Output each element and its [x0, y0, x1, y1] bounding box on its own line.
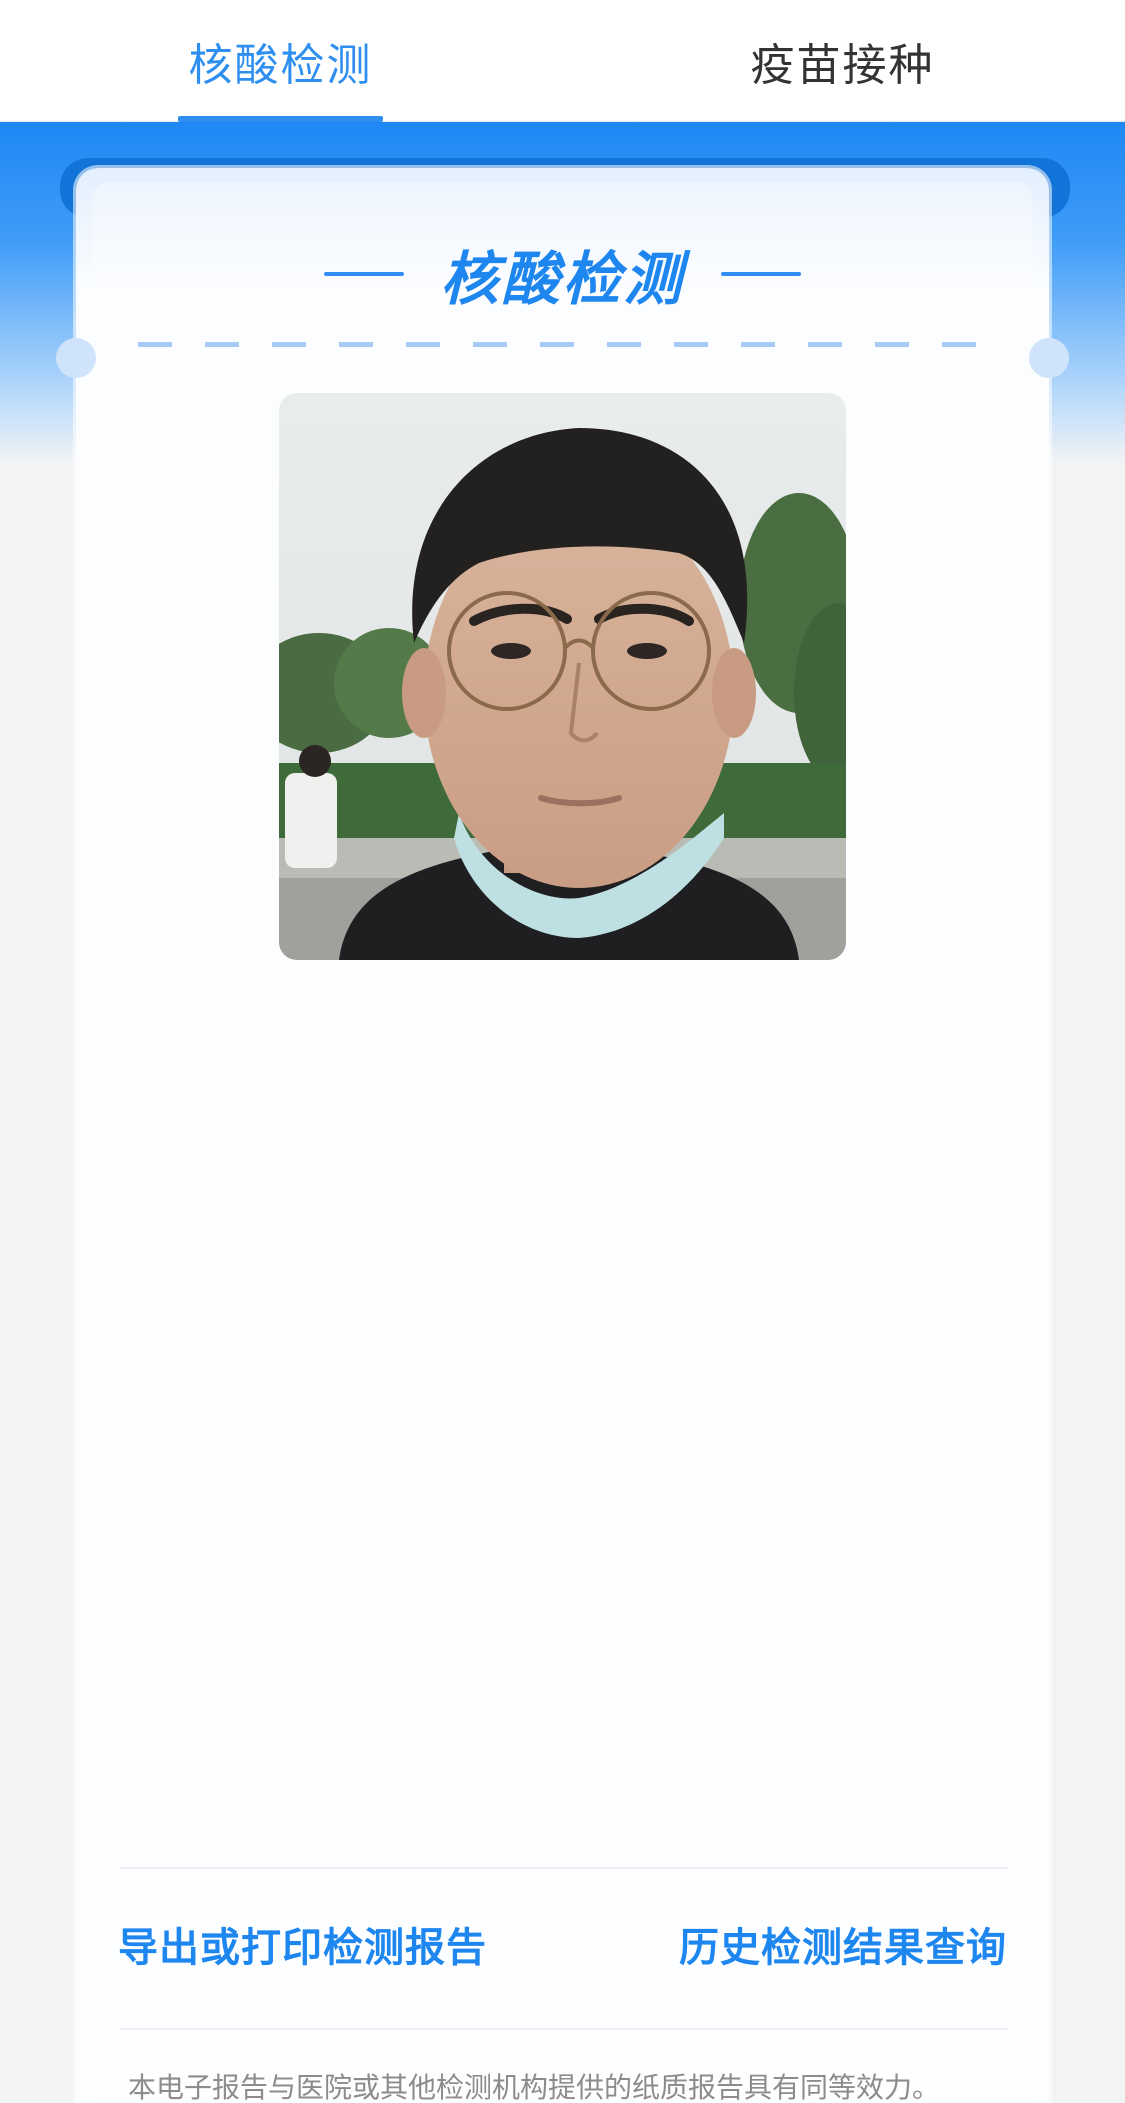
tab-nucleic-test[interactable]: 核酸检测 — [178, 0, 383, 122]
portrait-image — [279, 393, 846, 960]
title-decoration-left — [324, 272, 405, 276]
actions-divider-top — [120, 1867, 1008, 1869]
card-title: 核酸检测 — [440, 245, 685, 313]
holder-photo — [279, 393, 846, 960]
tab-vaccination[interactable]: 疫苗接种 — [740, 0, 945, 122]
card-header: 核酸检测 — [0, 238, 1125, 313]
card-notch-right — [1029, 338, 1069, 378]
actions-divider-bottom — [120, 2028, 1008, 2030]
history-results-link[interactable]: 历史检测结果查询 — [679, 1915, 1007, 1975]
title-decoration-right — [720, 272, 801, 276]
card-notch-left — [56, 338, 96, 378]
tab-bar: 核酸检测 疫苗接种 — [0, 0, 1125, 122]
export-print-report-link[interactable]: 导出或打印检测报告 — [118, 1915, 487, 1975]
nucleic-test-page: 核酸检测 疫苗接种 核酸检测 导出或打印检测报告 历史检测结果查询 本电子报告与… — [0, 0, 1125, 2103]
validity-notice: 本电子报告与医院或其他检测机构提供的纸质报告具有同等效力。 — [128, 2071, 941, 2103]
dashed-separator — [138, 342, 988, 347]
